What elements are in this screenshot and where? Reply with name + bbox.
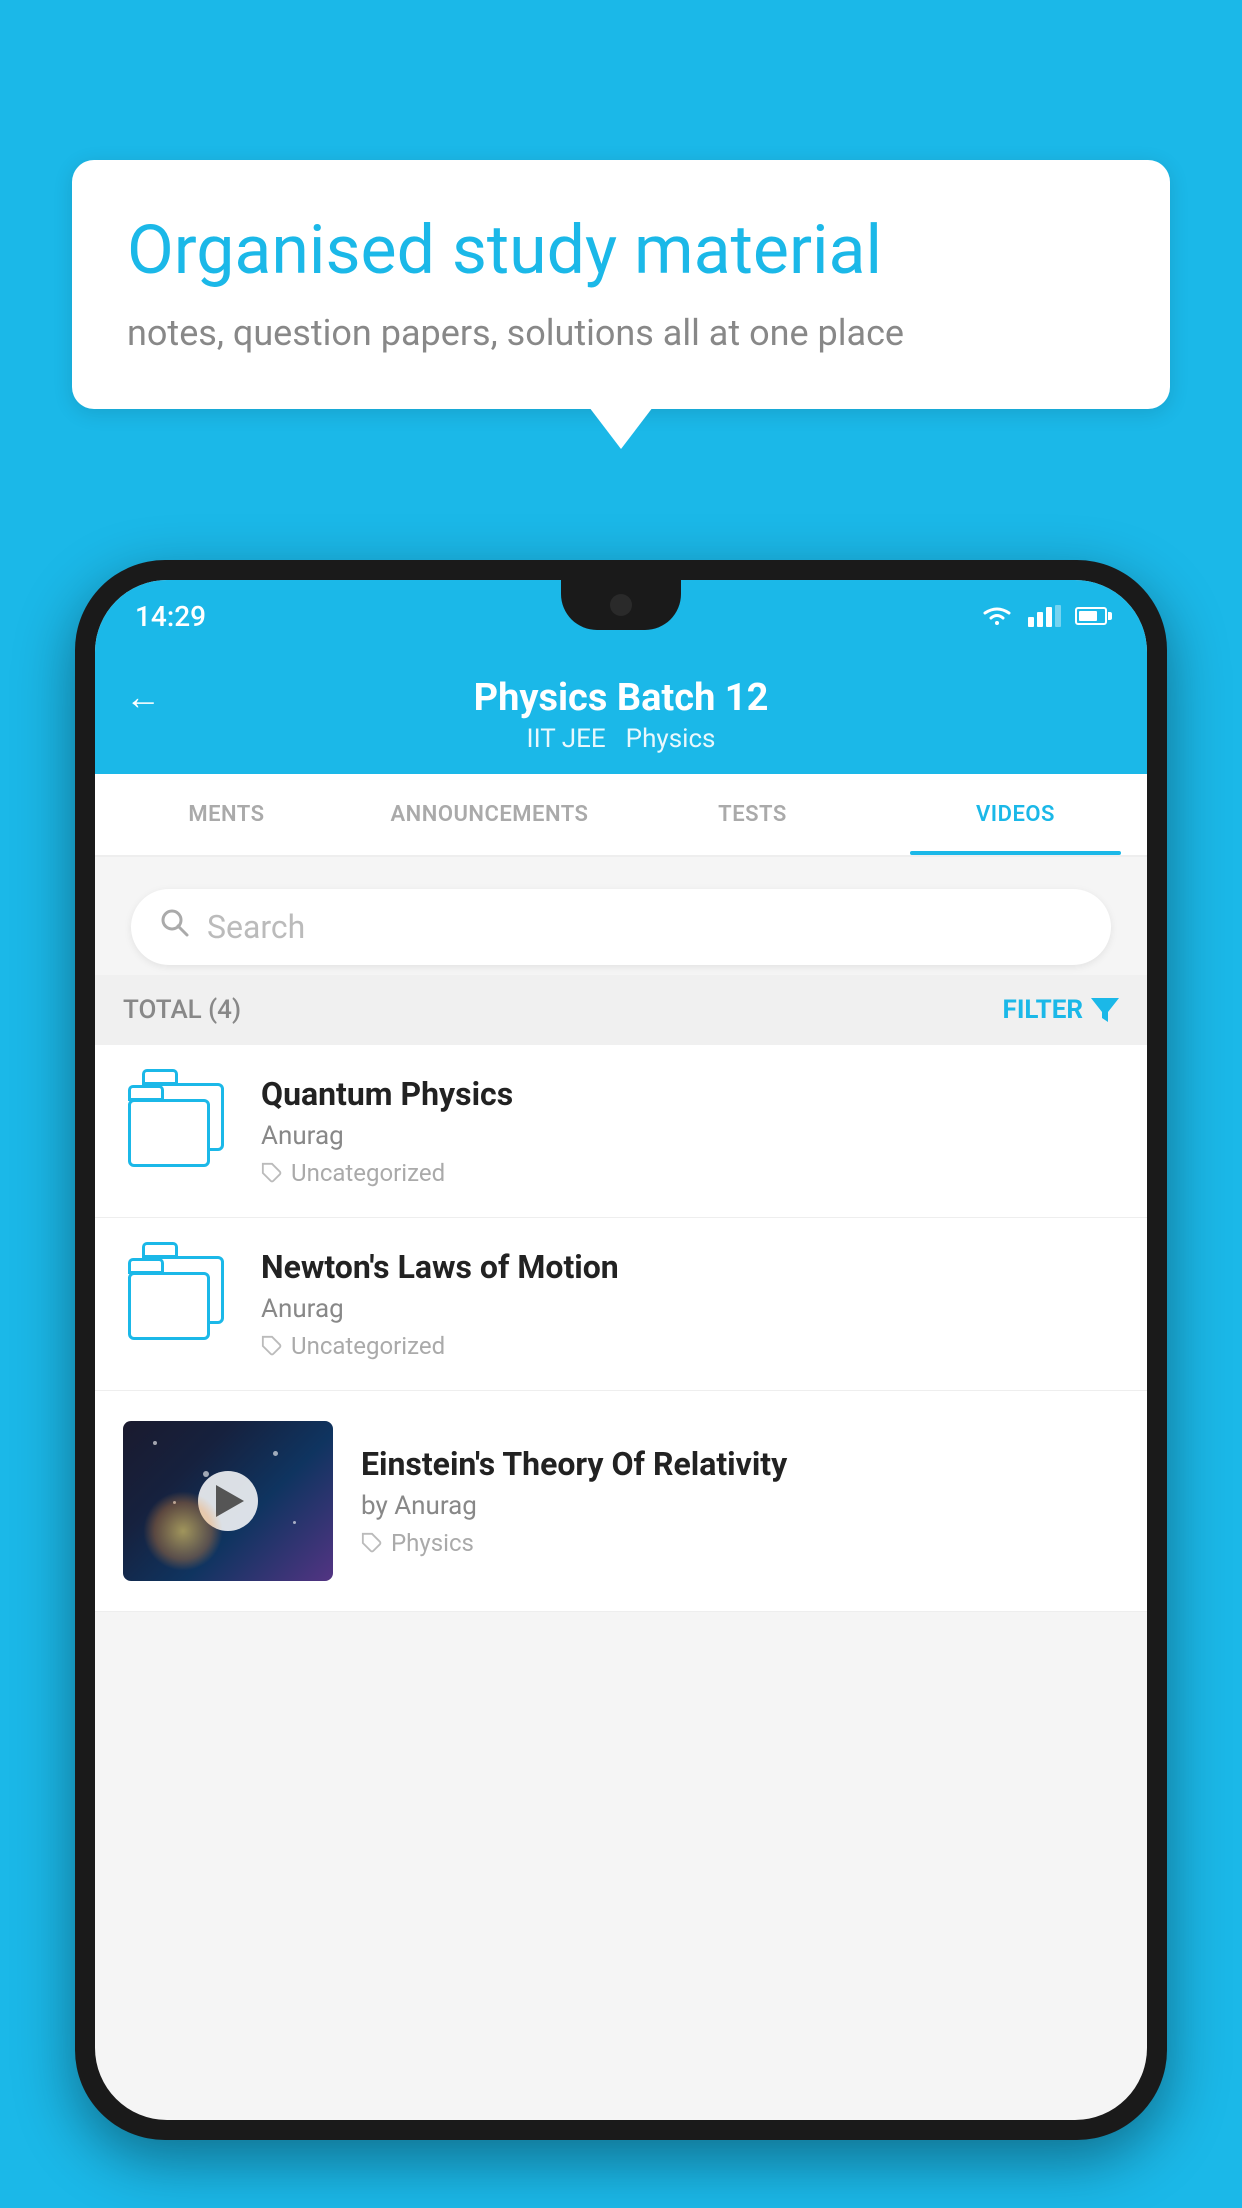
status-time: 14:29 <box>135 600 206 633</box>
search-icon <box>159 907 191 947</box>
signal-icon <box>1028 605 1061 627</box>
app-title: Physics Batch 12 <box>474 676 769 720</box>
search-placeholder: Search <box>207 908 305 946</box>
filter-icon <box>1091 998 1119 1022</box>
video-info-2: Newton's Laws of Motion Anurag Uncategor… <box>261 1248 1119 1360</box>
folder-thumbnail-1 <box>123 1075 233 1185</box>
play-triangle-icon <box>216 1485 244 1517</box>
video-list: Quantum Physics Anurag Uncategorized <box>95 1045 1147 1612</box>
wifi-icon <box>980 603 1014 629</box>
search-bar[interactable]: Search <box>131 889 1111 965</box>
video-author-3: by Anurag <box>361 1491 1119 1521</box>
battery-icon <box>1075 607 1107 625</box>
back-button[interactable]: ← <box>125 676 161 718</box>
folder-thumbnail-2 <box>123 1248 233 1358</box>
tag-icon-1 <box>261 1162 283 1184</box>
video-info-3: Einstein's Theory Of Relativity by Anura… <box>361 1445 1119 1557</box>
phone-screen: 14:29 <box>95 580 1147 2120</box>
filter-button[interactable]: FILTER <box>1003 995 1119 1025</box>
list-item[interactable]: Newton's Laws of Motion Anurag Uncategor… <box>95 1218 1147 1391</box>
status-icons <box>980 603 1107 629</box>
video-info-1: Quantum Physics Anurag Uncategorized <box>261 1075 1119 1187</box>
video-tag-1: Uncategorized <box>261 1159 1119 1187</box>
subtitle-iitjee: IIT JEE <box>527 724 606 754</box>
tag-icon-2 <box>261 1335 283 1357</box>
tab-announcements[interactable]: ANNOUNCEMENTS <box>358 774 621 855</box>
video-author-1: Anurag <box>261 1121 1119 1151</box>
video-title-2: Newton's Laws of Motion <box>261 1248 1119 1286</box>
tag-icon-3 <box>361 1532 383 1554</box>
notch <box>561 580 681 630</box>
video-tag-2: Uncategorized <box>261 1332 1119 1360</box>
subtitle-physics: Physics <box>626 724 716 754</box>
filter-bar: TOTAL (4) FILTER <box>95 975 1147 1045</box>
video-tag-3: Physics <box>361 1529 1119 1557</box>
video-author-2: Anurag <box>261 1294 1119 1324</box>
video-title-3: Einstein's Theory Of Relativity <box>361 1445 1119 1483</box>
video-thumbnail-einstein <box>123 1421 333 1581</box>
speech-bubble: Organised study material notes, question… <box>72 160 1170 409</box>
list-item[interactable]: Einstein's Theory Of Relativity by Anura… <box>95 1391 1147 1612</box>
bubble-title: Organised study material <box>127 210 1115 292</box>
list-item[interactable]: Quantum Physics Anurag Uncategorized <box>95 1045 1147 1218</box>
phone-device: 14:29 <box>75 560 1167 2140</box>
total-count: TOTAL (4) <box>123 995 241 1025</box>
tab-videos[interactable]: VIDEOS <box>884 774 1147 855</box>
video-title-1: Quantum Physics <box>261 1075 1119 1113</box>
tab-ments[interactable]: MENTS <box>95 774 358 855</box>
tab-bar: MENTS ANNOUNCEMENTS TESTS VIDEOS <box>95 774 1147 857</box>
app-header: ← Physics Batch 12 IIT JEE Physics <box>95 652 1147 774</box>
bubble-subtitle: notes, question papers, solutions all at… <box>127 312 1115 354</box>
folder-double-icon-2 <box>128 1256 228 1351</box>
status-bar: 14:29 <box>95 580 1147 652</box>
camera-dot <box>610 594 632 616</box>
tab-tests[interactable]: TESTS <box>621 774 884 855</box>
folder-double-icon <box>128 1083 228 1178</box>
app-subtitle: IIT JEE Physics <box>527 724 716 754</box>
